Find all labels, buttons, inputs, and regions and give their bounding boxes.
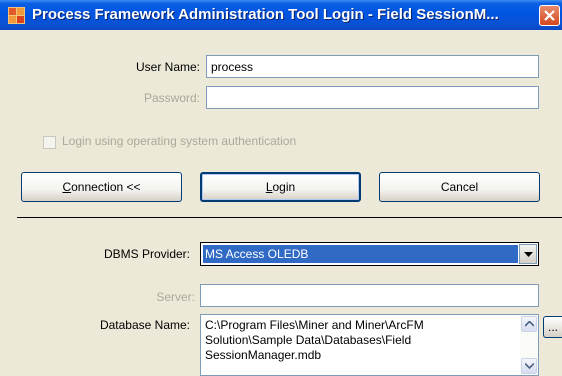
title-bar[interactable]: Process Framework Administration Tool Lo… — [0, 0, 562, 30]
login-label: ogin — [272, 180, 296, 194]
scroll-down-button[interactable] — [521, 358, 537, 374]
database-name-scrollbar[interactable] — [520, 315, 538, 375]
dropdown-button[interactable] — [519, 244, 537, 264]
username-label: User Name: — [135, 60, 200, 74]
window-title: Process Framework Administration Tool Lo… — [32, 6, 499, 23]
dbms-provider-select[interactable]: MS Access OLEDB — [200, 242, 539, 266]
connection-mnemonic: C — [62, 180, 72, 194]
login-dialog: Process Framework Administration Tool Lo… — [0, 0, 562, 376]
chevron-up-icon — [525, 321, 534, 327]
cancel-button[interactable]: Cancel — [379, 172, 540, 202]
database-name-value: C:\Program Files\Miner and Miner\ArcFM S… — [205, 318, 424, 362]
chevron-down-icon — [524, 252, 533, 257]
database-name-field[interactable]: C:\Program Files\Miner and Miner\ArcFM S… — [200, 314, 539, 376]
dbms-provider-value: MS Access OLEDB — [203, 245, 518, 263]
scroll-up-button[interactable] — [521, 316, 537, 332]
browse-button[interactable]: ... — [543, 316, 562, 338]
os-auth-label: Login using operating system authenticat… — [62, 134, 297, 148]
login-button[interactable]: Login — [200, 172, 361, 202]
app-icon — [8, 7, 25, 24]
server-input[interactable] — [200, 284, 539, 307]
separator — [17, 217, 562, 218]
server-label: Server: — [156, 290, 195, 304]
login-mnemonic: L — [265, 180, 273, 194]
chevron-down-icon — [525, 363, 534, 369]
connection-label: onnection << — [71, 180, 141, 194]
password-input[interactable] — [206, 86, 539, 109]
connection-button[interactable]: Connection << — [21, 172, 182, 202]
os-auth-checkbox[interactable] — [43, 136, 56, 149]
password-label: Password: — [143, 91, 200, 105]
username-input[interactable] — [206, 55, 539, 78]
database-name-label: Database Name: — [99, 318, 190, 332]
close-icon — [544, 10, 555, 21]
close-button[interactable] — [539, 5, 560, 26]
dbms-provider-label: DBMS Provider: — [103, 247, 190, 261]
